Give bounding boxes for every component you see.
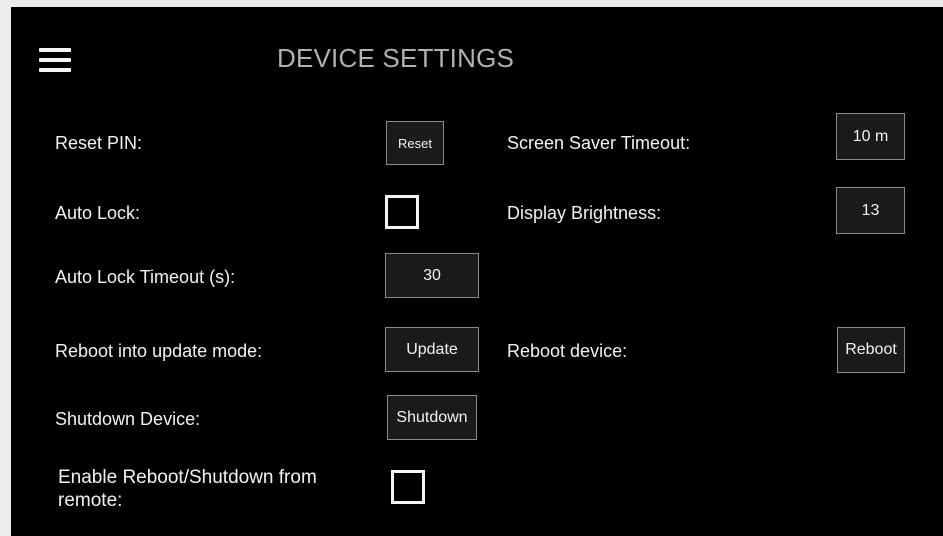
auto-lock-checkbox[interactable]	[385, 195, 419, 229]
shutdown-device-label: Shutdown Device:	[55, 409, 201, 429]
screen-saver-timeout-field[interactable]: 10 m	[836, 113, 905, 160]
reset-pin-button[interactable]: Reset	[386, 121, 444, 165]
display-brightness-label: Display Brightness:	[507, 203, 662, 223]
auto-lock-label: Auto Lock:	[55, 203, 141, 223]
enable-remote-checkbox[interactable]	[391, 470, 425, 504]
screen-saver-timeout-label: Screen Saver Timeout:	[507, 133, 691, 153]
device-settings-screen: DEVICE SETTINGS Reset PIN: Reset Auto Lo…	[11, 7, 943, 536]
reboot-button[interactable]: Reboot	[837, 327, 905, 373]
display-brightness-field[interactable]: 13	[836, 187, 905, 234]
update-button[interactable]: Update	[385, 327, 479, 372]
enable-remote-label: Enable Reboot/Shutdown from remote:	[58, 467, 317, 511]
reset-pin-label: Reset PIN:	[55, 133, 143, 153]
auto-lock-timeout-field[interactable]: 30	[385, 253, 479, 298]
page-title: DEVICE SETTINGS	[277, 43, 515, 73]
reboot-update-mode-label: Reboot into update mode:	[55, 341, 263, 361]
auto-lock-timeout-label: Auto Lock Timeout (s):	[55, 267, 236, 287]
hamburger-menu-icon[interactable]	[39, 48, 71, 72]
shutdown-button[interactable]: Shutdown	[387, 395, 477, 440]
reboot-device-label: Reboot device:	[507, 341, 628, 361]
